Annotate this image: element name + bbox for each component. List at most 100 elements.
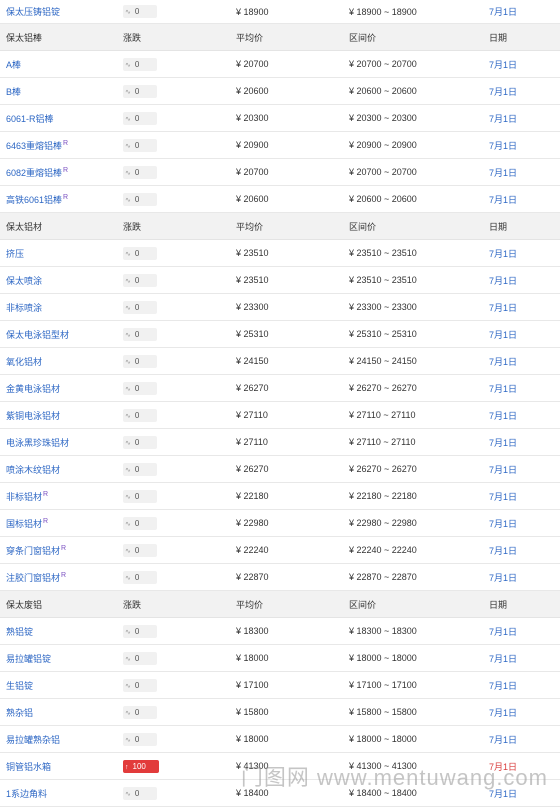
- price-date[interactable]: 7月1日: [483, 509, 560, 537]
- product-name[interactable]: 铜管铝水箱: [0, 752, 117, 780]
- price-date[interactable]: 7月1日: [483, 401, 560, 429]
- product-name[interactable]: 电泳黑珍珠铝材: [0, 428, 117, 456]
- price-date[interactable]: 7月1日: [483, 239, 560, 267]
- price-date[interactable]: 7月1日: [483, 320, 560, 348]
- product-name-text[interactable]: 6463重熔铝棒: [6, 141, 62, 151]
- product-name-text[interactable]: 挤压: [6, 249, 24, 259]
- product-name[interactable]: 1系边角料: [0, 779, 117, 807]
- product-name[interactable]: A棒: [0, 50, 117, 78]
- product-name[interactable]: 保太电泳铝型材: [0, 320, 117, 348]
- product-name[interactable]: 注胶门窗铝材R: [0, 563, 117, 591]
- avg-price: ¥ 20600: [230, 185, 343, 213]
- product-name[interactable]: 易拉罐铝锭: [0, 644, 117, 672]
- price-date[interactable]: 7月1日: [483, 77, 560, 105]
- product-name-text[interactable]: 穿条门窗铝材: [6, 546, 60, 556]
- table-row: 非标铝材R ∿ 0 ¥ 22180 ¥ 22180 ~ 22180 7月1日: [0, 482, 560, 510]
- price-date[interactable]: 7月1日: [483, 266, 560, 294]
- header-date: 日期: [483, 212, 560, 240]
- product-name-text[interactable]: 易拉罐熟杂铝: [6, 735, 60, 745]
- product-name-text[interactable]: 6082重熔铝棒: [6, 168, 62, 178]
- price-date[interactable]: 7月1日: [483, 185, 560, 213]
- price-date[interactable]: 7月1日: [483, 104, 560, 132]
- header-avg: 平均价: [230, 212, 343, 240]
- product-name[interactable]: 喷涂木纹铝材: [0, 455, 117, 483]
- section-header: 保太废铝 涨跌 平均价 区间价 日期: [0, 590, 560, 618]
- product-name[interactable]: 保太压铸铝锭: [0, 0, 117, 24]
- price-date[interactable]: 7月1日: [483, 158, 560, 186]
- product-name-text[interactable]: 氧化铝材: [6, 357, 42, 367]
- price-date[interactable]: 7月1日: [483, 563, 560, 591]
- product-name-text[interactable]: 高铁6061铝棒: [6, 195, 62, 205]
- range-price: ¥ 20700 ~ 20700: [343, 158, 483, 186]
- price-date[interactable]: 7月1日: [483, 644, 560, 672]
- product-name-text[interactable]: 非标喷涂: [6, 303, 42, 313]
- product-name[interactable]: 高铁6061铝棒R: [0, 185, 117, 213]
- product-name[interactable]: 熟铝锭: [0, 617, 117, 645]
- product-name[interactable]: 6061-R铝棒: [0, 104, 117, 132]
- product-name[interactable]: 保太喷涂: [0, 266, 117, 294]
- range-price: ¥ 18300 ~ 18300: [343, 617, 483, 645]
- price-date[interactable]: 7月1日: [483, 131, 560, 159]
- product-name-text[interactable]: 1系边角料: [6, 789, 47, 799]
- product-name[interactable]: 紫铜电泳铝材: [0, 401, 117, 429]
- price-date[interactable]: 7月1日: [483, 671, 560, 699]
- product-name[interactable]: 挤压: [0, 239, 117, 267]
- product-name[interactable]: 非标喷涂: [0, 293, 117, 321]
- price-date[interactable]: 7月1日: [483, 698, 560, 726]
- price-date[interactable]: 7月1日: [483, 779, 560, 807]
- change-cell: ∿ 0: [117, 644, 230, 672]
- product-name[interactable]: 易拉罐熟杂铝: [0, 725, 117, 753]
- range-price: ¥ 23510 ~ 23510: [343, 266, 483, 294]
- table-row: 保太喷涂 ∿ 0 ¥ 23510 ¥ 23510 ~ 23510 7月1日: [0, 266, 560, 294]
- product-name-text[interactable]: B棒: [6, 87, 21, 97]
- product-name-text[interactable]: 注胶门窗铝材: [6, 573, 60, 583]
- flat-trend-icon: ∿: [125, 547, 131, 555]
- product-name-text[interactable]: 铜管铝水箱: [6, 762, 51, 772]
- change-badge: ∿ 0: [123, 300, 157, 314]
- price-date[interactable]: 7月1日: [483, 50, 560, 78]
- product-name[interactable]: 氧化铝材: [0, 347, 117, 375]
- price-date[interactable]: 7月1日: [483, 536, 560, 564]
- price-date[interactable]: 7月1日: [483, 455, 560, 483]
- product-name[interactable]: 6463重熔铝棒R: [0, 131, 117, 159]
- product-name-text[interactable]: A棒: [6, 60, 21, 70]
- price-date[interactable]: 7月1日: [483, 482, 560, 510]
- price-date[interactable]: 7月1日: [483, 293, 560, 321]
- product-name-text[interactable]: 紫铜电泳铝材: [6, 411, 60, 421]
- product-name-text[interactable]: 喷涂木纹铝材: [6, 465, 60, 475]
- product-name-text[interactable]: 熟铝锭: [6, 627, 33, 637]
- product-name-text[interactable]: 金黄电泳铝材: [6, 384, 60, 394]
- product-name[interactable]: 金黄电泳铝材: [0, 374, 117, 402]
- price-date[interactable]: 7月1日: [483, 374, 560, 402]
- recommend-icon: R: [63, 166, 69, 174]
- price-date[interactable]: 7月1日: [483, 617, 560, 645]
- change-cell: ∿ 0: [117, 563, 230, 591]
- product-name[interactable]: 熟杂铝: [0, 698, 117, 726]
- price-date[interactable]: 7月1日: [483, 725, 560, 753]
- product-name-text[interactable]: 6061-R铝棒: [6, 114, 54, 124]
- product-name-text[interactable]: 熟杂铝: [6, 708, 33, 718]
- product-name-text[interactable]: 生铝锭: [6, 681, 33, 691]
- product-name[interactable]: 生铝锭: [0, 671, 117, 699]
- table-row: 国标铝材R ∿ 0 ¥ 22980 ¥ 22980 ~ 22980 7月1日: [0, 509, 560, 537]
- product-name-text[interactable]: 国标铝材: [6, 519, 42, 529]
- product-name-text[interactable]: 保太电泳铝型材: [6, 330, 69, 340]
- product-name[interactable]: 穿条门窗铝材R: [0, 536, 117, 564]
- avg-price: ¥ 22870: [230, 563, 343, 591]
- price-date[interactable]: 7月1日: [483, 752, 560, 780]
- product-name[interactable]: B棒: [0, 77, 117, 105]
- change-badge: ∿ 0: [123, 354, 157, 368]
- product-name-text[interactable]: 非标铝材: [6, 492, 42, 502]
- product-name-text[interactable]: 保太喷涂: [6, 276, 42, 286]
- flat-trend-icon: ∿: [125, 250, 131, 258]
- product-name[interactable]: 国标铝材R: [0, 509, 117, 537]
- price-date[interactable]: 7月1日: [483, 347, 560, 375]
- price-date[interactable]: 7月1日: [483, 428, 560, 456]
- flat-trend-icon: ∿: [125, 682, 131, 690]
- product-name-text[interactable]: 易拉罐铝锭: [6, 654, 51, 664]
- product-name-text[interactable]: 电泳黑珍珠铝材: [6, 438, 69, 448]
- price-date[interactable]: 7月1日: [483, 0, 560, 24]
- product-name[interactable]: 非标铝材R: [0, 482, 117, 510]
- product-name[interactable]: 6082重熔铝棒R: [0, 158, 117, 186]
- table-row: 高铁6061铝棒R ∿ 0 ¥ 20600 ¥ 20600 ~ 20600 7月1日: [0, 185, 560, 213]
